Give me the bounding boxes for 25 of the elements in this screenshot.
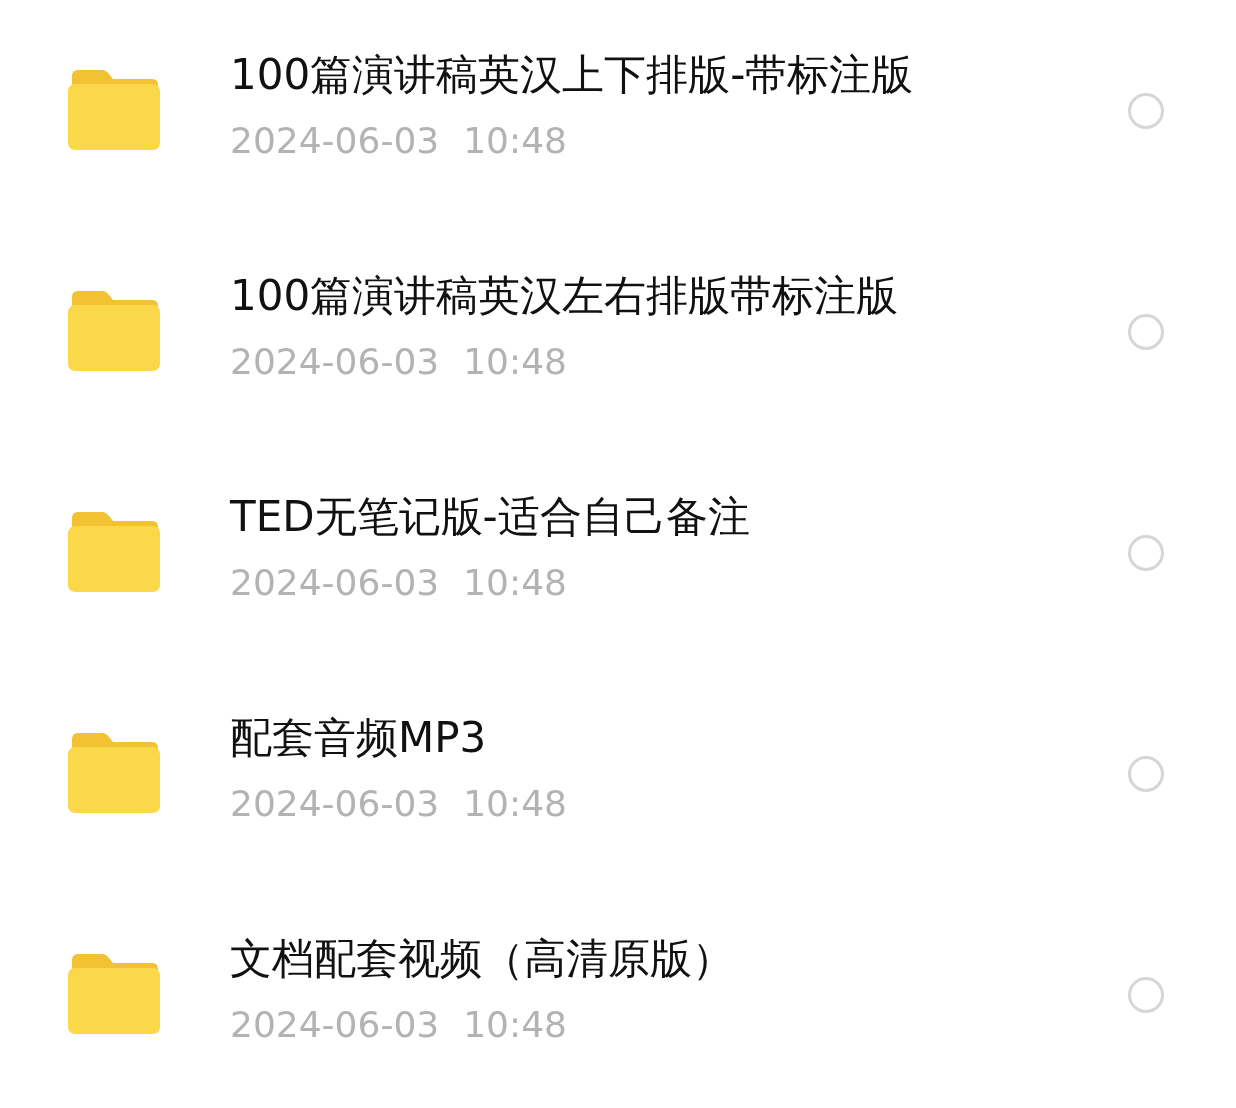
modified-time: 10:48 bbox=[463, 339, 567, 384]
folder-icon bbox=[68, 953, 160, 1036]
folder-icon bbox=[68, 290, 160, 373]
select-radio[interactable] bbox=[1128, 534, 1164, 571]
modified-time: 10:48 bbox=[463, 118, 567, 163]
select-radio[interactable] bbox=[1128, 976, 1164, 1013]
folder-name: 100篇演讲稿英汉左右排版带标注版 bbox=[230, 269, 900, 322]
folder-name: 文档配套视频（高清原版） bbox=[230, 932, 735, 985]
select-radio[interactable] bbox=[1128, 313, 1164, 350]
modified-date: 2024-06-03 bbox=[230, 118, 440, 163]
folder-icon bbox=[68, 732, 160, 815]
folder-icon bbox=[68, 511, 160, 594]
folder-name: 配套音频MP3 bbox=[230, 711, 488, 764]
folder-name: 100篇演讲稿英汉上下排版-带标注版 bbox=[230, 48, 915, 101]
modified-date: 2024-06-03 bbox=[230, 781, 440, 826]
select-radio[interactable] bbox=[1128, 755, 1164, 792]
folder-icon bbox=[68, 69, 160, 152]
modified-time: 10:48 bbox=[463, 1002, 567, 1047]
folder-name: TED无笔记版-适合自己备注 bbox=[230, 490, 751, 543]
modified-time: 10:48 bbox=[463, 560, 567, 605]
modified-time: 10:48 bbox=[463, 781, 567, 826]
select-radio[interactable] bbox=[1128, 92, 1164, 129]
modified-date: 2024-06-03 bbox=[230, 1002, 440, 1047]
modified-date: 2024-06-03 bbox=[230, 560, 440, 605]
modified-date: 2024-06-03 bbox=[230, 339, 440, 384]
